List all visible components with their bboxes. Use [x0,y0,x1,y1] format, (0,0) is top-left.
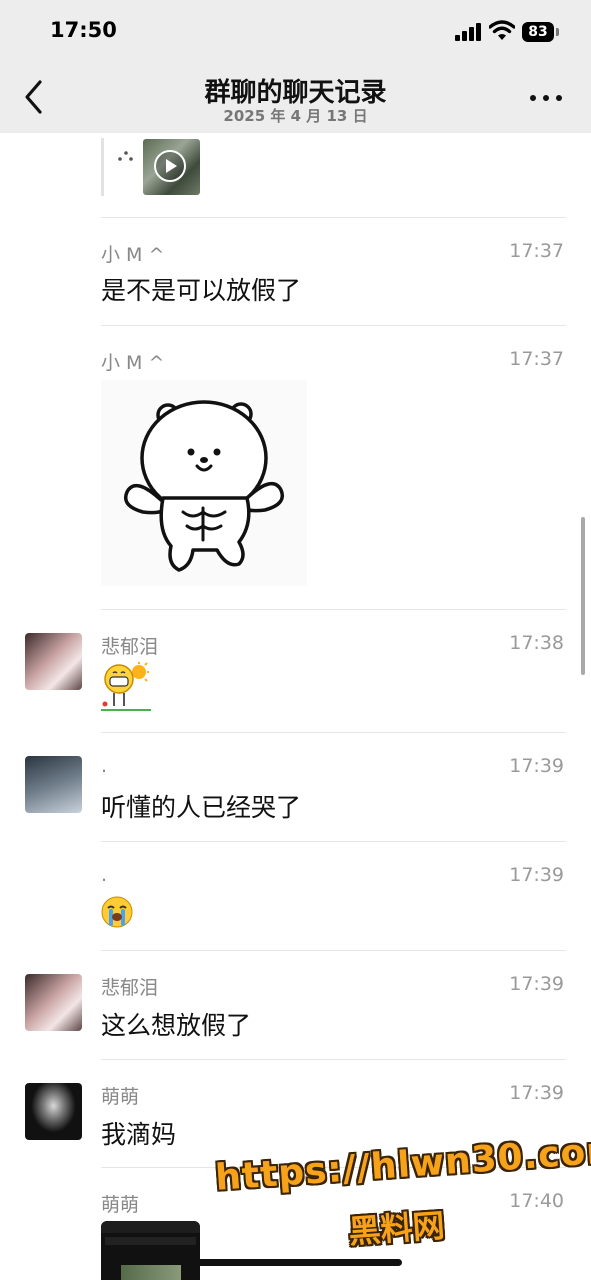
loading-dots-icon [118,151,133,161]
message-time: 17:39 [509,864,564,886]
avatar[interactable] [25,756,82,813]
grin-sun-emoji[interactable] [101,662,151,712]
quote-bar [101,138,104,196]
bear-icon [124,400,284,572]
avatar[interactable] [25,1083,82,1140]
message-time: 17:39 [509,1082,564,1104]
divider [101,325,566,326]
status-time: 17:50 [50,18,117,42]
wifi-icon [489,20,515,40]
message-text[interactable]: 这么想放假了 [101,1006,251,1042]
video-thumbnail[interactable] [143,139,200,195]
battery-indicator: 83 [522,22,559,42]
scrollbar[interactable] [581,517,585,675]
sender-name: 萌萌 [101,1086,140,1108]
message-time: 17:38 [509,632,564,654]
watermark-url: https://hlwn30.com [214,1129,591,1199]
top-bar: 17:50 83 群聊的聊天记录 2025 年 4 月 13 日 [0,0,591,133]
page-title: 群聊的聊天记录 [204,78,387,108]
message-text[interactable]: 听懂的人已经哭了 [101,788,301,824]
home-indicator[interactable] [190,1259,402,1266]
sender-name: 小 M ^ [101,352,165,374]
divider [101,732,566,733]
sender-name: 悲郁泪 [101,977,159,999]
play-icon [154,150,186,182]
thumbnail-bar [105,1237,196,1245]
divider [101,1059,566,1060]
page-subtitle-date: 2025 年 4 月 13 日 [223,107,368,125]
muscle-bear-sticker[interactable] [101,380,307,586]
cellular-signal-icon [455,23,483,41]
thumbnail-photo [121,1265,181,1280]
divider [101,217,566,218]
message-time: 17:39 [509,973,564,995]
divider [101,609,566,610]
sender-name: 小 M ^ [101,244,165,266]
divider [101,950,566,951]
message-text[interactable]: 我滴妈 [101,1115,176,1151]
sender-name: . [101,755,108,777]
message-text[interactable]: 是不是可以放假了 [101,271,301,307]
divider [101,841,566,842]
sender-name: . [101,864,108,886]
message-time: 17:37 [509,240,564,262]
thumbnail-header [101,1221,200,1233]
message-time: 17:39 [509,755,564,777]
avatar[interactable] [25,974,82,1031]
avatar[interactable] [25,633,82,690]
image-thumbnail[interactable] [101,1221,200,1280]
sender-name: 悲郁泪 [101,636,159,658]
loudly-crying-emoji[interactable] [101,896,133,928]
sender-name: 萌萌 [101,1194,140,1216]
message-time: 17:37 [509,348,564,370]
watermark-name: 黑料网 [347,1206,446,1251]
more-options-button[interactable] [526,92,566,104]
message-time: 17:40 [509,1190,564,1212]
